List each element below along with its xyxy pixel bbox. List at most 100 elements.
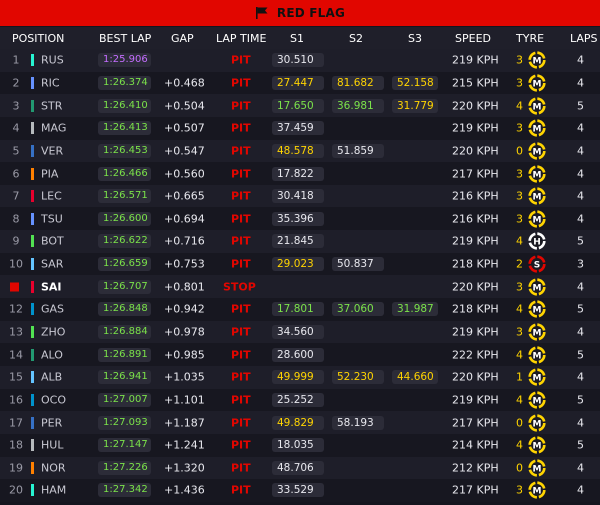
speed-trap: 219 KPH	[452, 393, 499, 407]
team-color-bar	[31, 416, 34, 429]
table-row[interactable]: 3 STR 1:26.410 +0.504 PIT 17.650 36.981 31.779 2…	[0, 94, 600, 117]
table-row[interactable]: 17 PER 1:27.093 +1.187 PIT 49.829 58.193 217 KP…	[0, 411, 600, 434]
driver-code[interactable]: HUL	[41, 439, 63, 452]
gap-value: +0.801	[164, 280, 205, 294]
gap-value: +0.504	[164, 99, 205, 113]
table-row[interactable]: 15 ALB 1:26.941 +1.035 PIT 49.999 52.230 44.660…	[0, 365, 600, 389]
column-header-s1[interactable]: S1	[290, 32, 304, 45]
gap-value: +0.468	[164, 76, 205, 90]
driver-code[interactable]: PER	[41, 416, 62, 429]
sector-s1-time: 33.529	[272, 483, 324, 498]
driver-code[interactable]: ALB	[41, 371, 62, 384]
table-row[interactable]: 18 HUL 1:27.147 +1.241 PIT 18.035 214 KPH 4 M 5	[0, 433, 600, 457]
position: 12	[9, 302, 23, 316]
column-header-s2[interactable]: S2	[349, 32, 363, 45]
laps-count: 4	[577, 461, 584, 475]
driver-code[interactable]: RUS	[41, 54, 64, 67]
speed-trap: 214 KPH	[452, 438, 499, 452]
table-row[interactable]: 7 LEC 1:26.571 +0.665 PIT 30.418 216 KPH 3 M 4	[0, 184, 600, 208]
speed-trap: 212 KPH	[452, 461, 499, 475]
gap-value: +0.753	[164, 257, 205, 271]
speed-trap: 218 KPH	[452, 302, 499, 316]
sector-s1-time: 30.510	[272, 53, 324, 68]
table-row[interactable]: 13 ZHO 1:26.884 +0.978 PIT 34.560 219 KPH 3 M 4	[0, 320, 600, 344]
tyre-age: 3	[516, 76, 523, 90]
column-header-lap-time[interactable]: LAP TIME	[216, 32, 266, 45]
driver-code[interactable]: ALO	[41, 348, 63, 361]
table-row[interactable]: 19 NOR 1:27.226 +1.320 PIT 48.706 212 KPH 0 M 4	[0, 456, 600, 480]
svg-text:M: M	[533, 102, 542, 112]
speed-trap: 217 KPH	[452, 167, 499, 181]
sector-s2-time: 58.193	[332, 415, 384, 430]
driver-code[interactable]: SAR	[41, 258, 63, 271]
table-row[interactable]: 20 HAM 1:27.342 +1.436 PIT 33.529 217 KPH 3 M 4	[0, 479, 600, 502]
sector-s1-time: 17.801	[272, 302, 324, 317]
driver-code[interactable]: TSU	[41, 212, 63, 225]
table-row[interactable]: 1 RUS 1:25.906 PIT 30.510 219 KPH 3 M 4	[0, 49, 600, 72]
driver-code[interactable]: GAS	[41, 303, 64, 316]
laps-count: 5	[577, 438, 584, 452]
driver-code[interactable]: OCO	[41, 393, 66, 406]
tyre-age: 0	[516, 416, 523, 430]
table-row[interactable]: 12 GAS 1:26.848 +0.942 PIT 17.801 37.060 31.987…	[0, 298, 600, 321]
table-row[interactable]: 8 TSU 1:26.600 +0.694 PIT 35.396 216 KPH 3 M 4	[0, 207, 600, 231]
driver-code[interactable]: PIA	[41, 167, 58, 180]
column-header-laps[interactable]: LAPS	[570, 32, 598, 45]
tyre-age: 3	[516, 121, 523, 135]
gap-value: +1.187	[164, 416, 205, 430]
table-row[interactable]: 9 BOT 1:26.622 +0.716 PIT 21.845 219 KPH 4 H 5	[0, 230, 600, 253]
best-lap-time: 1:27.342	[98, 483, 151, 498]
table-row[interactable]: 6 PIA 1:26.466 +0.560 PIT 17.822 217 KPH 3 M 4	[0, 162, 600, 185]
team-color-bar	[31, 439, 34, 452]
lap-status: STOP	[223, 280, 256, 294]
column-header-speed[interactable]: SPEED	[455, 32, 491, 45]
tyre-age: 2	[516, 257, 523, 271]
sector-s1-time: 29.023	[272, 257, 324, 272]
table-row[interactable]: SAI 1:26.707 +0.801 STOP 220 KPH 3 M 4	[0, 275, 600, 299]
table-row[interactable]: 10 SAR 1:26.659 +0.753 PIT 29.023 50.837 218 KP…	[0, 252, 600, 276]
column-header-s3[interactable]: S3	[408, 32, 422, 45]
column-header-position[interactable]: POSITION	[12, 32, 64, 45]
sector-s2-time: 51.859	[332, 143, 384, 158]
medium-tyre-icon: M	[528, 391, 546, 409]
tyre-age: 4	[516, 234, 523, 248]
lap-status: PIT	[231, 257, 251, 271]
column-header-best-lap[interactable]: BEST LAP	[99, 32, 151, 45]
laps-count: 4	[577, 144, 584, 158]
lap-status: PIT	[231, 461, 251, 475]
best-lap-time: 1:26.571	[98, 189, 151, 204]
sector-s3-time: 52.158	[392, 75, 438, 90]
column-header-tyre[interactable]: TYRE	[516, 32, 544, 45]
driver-code[interactable]: SAI	[41, 280, 62, 293]
banner-title: RED FLAG	[276, 6, 346, 20]
tyre-age: 3	[516, 280, 523, 294]
driver-code[interactable]: BOT	[41, 235, 64, 248]
table-row[interactable]: 5 VER 1:26.453 +0.547 PIT 48.578 51.859 220 KPH…	[0, 139, 600, 163]
lap-status: PIT	[231, 189, 251, 203]
driver-code[interactable]: ZHO	[41, 326, 65, 339]
table-row[interactable]: 4 MAG 1:26.413 +0.507 PIT 37.459 219 KPH 3 M 4	[0, 116, 600, 140]
driver-code[interactable]: VER	[41, 144, 63, 157]
svg-text:M: M	[533, 442, 542, 452]
driver-code[interactable]: MAG	[41, 122, 66, 135]
team-color-bar	[31, 348, 34, 361]
driver-code[interactable]: RIC	[41, 76, 60, 89]
driver-code[interactable]: NOR	[41, 461, 66, 474]
position: 8	[12, 212, 20, 226]
speed-trap: 219 KPH	[452, 234, 499, 248]
medium-tyre-icon: M	[528, 278, 546, 296]
svg-text:M: M	[533, 215, 542, 225]
column-header-gap[interactable]: GAP	[171, 32, 194, 45]
table-row[interactable]: 2 RIC 1:26.374 +0.468 PIT 27.447 81.682 52.158 2…	[0, 71, 600, 95]
tyre-age: 3	[516, 167, 523, 181]
driver-code[interactable]: LEC	[41, 190, 62, 203]
speed-trap: 219 KPH	[452, 325, 499, 339]
driver-code[interactable]: HAM	[41, 484, 66, 497]
tyre-age: 0	[516, 144, 523, 158]
table-row[interactable]: 16 OCO 1:27.007 +1.101 PIT 25.252 219 KPH 4 M 5	[0, 388, 600, 412]
table-row[interactable]: 14 ALO 1:26.891 +0.985 PIT 28.600 222 KPH 4 M 5	[0, 343, 600, 366]
driver-code[interactable]: STR	[41, 99, 62, 112]
team-color-bar	[31, 371, 34, 384]
medium-tyre-icon: M	[528, 74, 546, 92]
position: 13	[9, 325, 23, 339]
